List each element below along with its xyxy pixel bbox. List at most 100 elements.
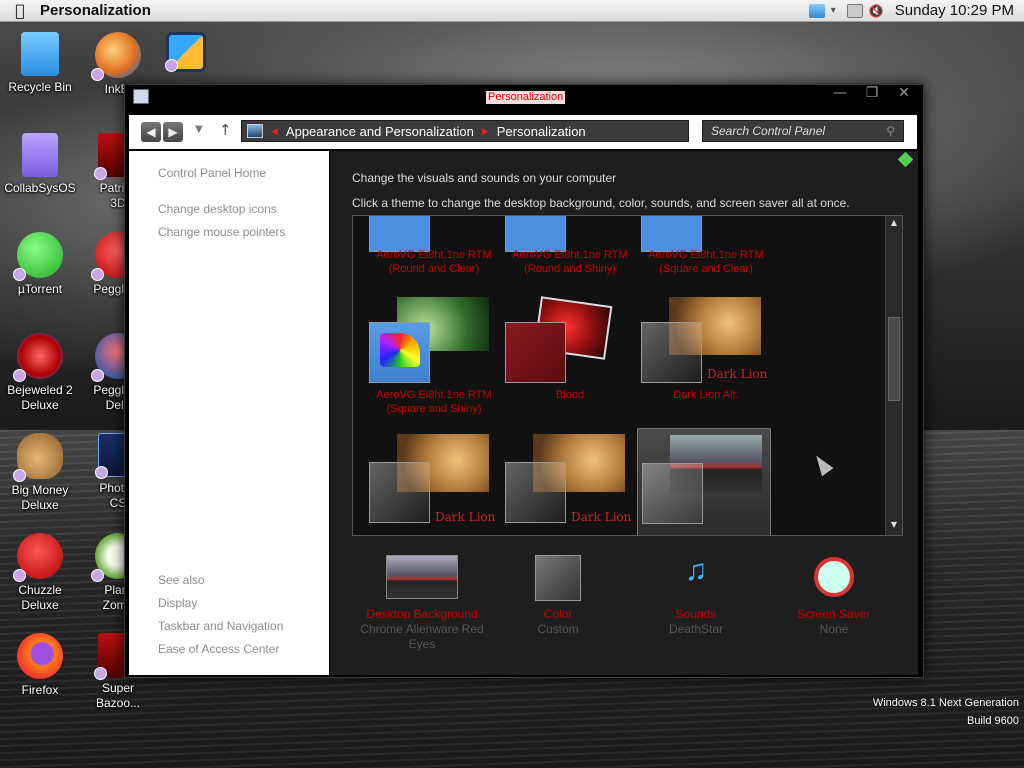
utorrent-icon xyxy=(13,232,63,281)
theme-dark-lion-alt[interactable]: Dark Lion Dark Lion Alt. xyxy=(639,294,773,412)
breadcrumb-separator-icon[interactable]: ▶ xyxy=(482,126,489,137)
app-title[interactable]: Personalization xyxy=(40,2,151,19)
desktop-icon-label: Super Bazoo... xyxy=(95,681,141,710)
recent-pages-chevron-icon[interactable]: ▼ xyxy=(195,124,203,135)
desktop-icon-label: µTorrent xyxy=(17,282,63,296)
desktop-icon-big-money[interactable]: Big Money Deluxe xyxy=(0,433,80,513)
theme-aerovg-round-clear[interactable]: AeroVG Ei8ht.1ne RTM (Round and Clear) xyxy=(367,216,501,275)
breadcrumb[interactable]: ◀ Appearance and Personalization ▶ Perso… xyxy=(241,120,689,142)
display-link[interactable]: Display xyxy=(158,596,197,610)
control-panel-icon xyxy=(247,124,263,138)
scroll-down-icon[interactable]: ▼ xyxy=(888,520,900,532)
scroll-up-icon[interactable]: ▲ xyxy=(888,218,900,230)
theme-blood[interactable]: Blood xyxy=(503,294,637,412)
desktop-icon-firefox[interactable]: Firefox xyxy=(0,633,80,698)
screen-saver-title: Screen Saver xyxy=(797,607,871,621)
color-title: Color xyxy=(543,607,573,621)
apple-icon[interactable]:  xyxy=(0,1,40,20)
money-bag-icon xyxy=(13,433,63,482)
menu-bar:  Personalization ▾ 🔇 Sunday 10:29 PM xyxy=(0,0,1024,22)
recycle-bin-icon xyxy=(21,32,59,76)
desktop-icon-chuzzle[interactable]: Chuzzle Deluxe xyxy=(0,533,80,613)
theme-dark-lion[interactable]: Dark Lion xyxy=(367,434,501,535)
control-panel-home-link[interactable]: Control Panel Home xyxy=(158,166,266,180)
breadcrumb-appearance[interactable]: Appearance and Personalization xyxy=(286,124,474,139)
theme-label: AeroVG Ei8ht.1ne RTM (Square and Shiny) xyxy=(376,389,492,415)
theme-color-swatch xyxy=(505,462,566,523)
page-subheading: Click a theme to change the desktop back… xyxy=(352,196,850,210)
control-panel-icon xyxy=(133,89,149,104)
desktop-icon-label: Recycle Bin xyxy=(8,80,72,94)
desktop-background-value: Chrome Alienware Red Eyes xyxy=(360,622,484,651)
personalization-window: Personalization — ❐ ✕ ◀ ▶ ▼ ↑ ◀ Appearan… xyxy=(124,84,924,678)
desktop-background-setting[interactable]: Desktop Background Chrome Alienware Red … xyxy=(352,551,492,652)
breadcrumb-personalization[interactable]: Personalization xyxy=(497,124,586,139)
theme-color-swatch xyxy=(641,322,702,383)
scrollbar-thumb[interactable] xyxy=(888,317,900,401)
back-button[interactable]: ◀ xyxy=(141,122,161,142)
desktop-icon-label: Firefox xyxy=(21,683,59,697)
theme-color-swatch xyxy=(642,463,703,524)
sounds-setting[interactable]: ♫ Sounds DeathStar xyxy=(626,551,766,637)
color-icon xyxy=(535,555,581,601)
collab-icon xyxy=(22,133,58,177)
color-palette-icon xyxy=(380,333,420,367)
theme-overlay-text: Dark Lion xyxy=(435,510,496,524)
theme-deathstar-selected[interactable] xyxy=(637,428,771,535)
theme-dark-lion-2[interactable]: Dark Lion xyxy=(503,434,637,535)
volume-muted-icon[interactable]: 🔇 xyxy=(869,4,885,18)
search-icon[interactable]: ⚲ xyxy=(886,124,895,138)
search-box[interactable]: ⚲ xyxy=(702,120,904,142)
change-desktop-icons-link[interactable]: Change desktop icons xyxy=(158,202,277,216)
theme-aerovg-square-shiny[interactable]: AeroVG Ei8ht.1ne RTM (Square and Shiny) xyxy=(367,294,501,415)
theme-overlay-text: Dark Lion xyxy=(571,510,632,524)
build-line-2: Build 9600 xyxy=(967,715,1019,727)
theme-gallery-scrollbar[interactable]: ▲ ▼ xyxy=(885,216,902,535)
forward-button[interactable]: ▶ xyxy=(163,122,183,142)
desktop-icon-collabsysos[interactable]: CollabSysOS xyxy=(0,133,80,196)
theme-color-swatch xyxy=(505,216,566,252)
close-button[interactable]: ✕ xyxy=(895,85,913,101)
help-icon[interactable] xyxy=(897,151,914,168)
minimize-button[interactable]: — xyxy=(831,85,849,101)
see-also-label: See also xyxy=(158,573,205,587)
desktop-icon-label: Big Money Deluxe xyxy=(11,483,69,512)
desktop-icon-vmware[interactable] xyxy=(156,32,216,76)
chuzzle-icon xyxy=(13,533,63,582)
desktop-icon-label: CollabSysOS xyxy=(4,181,76,195)
theme-aerovg-square-clear[interactable]: AeroVG Ei8ht.1ne RTM (Square and Clear) xyxy=(639,216,773,275)
desktop-icon-bejeweled[interactable]: Bejeweled 2 Deluxe xyxy=(0,333,80,413)
desktop-background-icon xyxy=(386,555,458,599)
up-arrow-icon[interactable]: ↑ xyxy=(219,121,232,139)
bejeweled-icon xyxy=(13,333,63,382)
breadcrumb-separator-icon[interactable]: ◀ xyxy=(271,126,278,137)
search-input[interactable] xyxy=(711,124,871,138)
display-icon[interactable] xyxy=(846,3,863,18)
screen-saver-icon xyxy=(814,557,854,597)
sounds-value: DeathStar xyxy=(668,622,724,636)
inkscape-icon xyxy=(91,32,141,81)
theme-overlay-text: Dark Lion xyxy=(707,367,768,381)
maximize-button[interactable]: ❐ xyxy=(863,85,881,101)
color-setting[interactable]: Color Custom xyxy=(488,551,628,637)
theme-color-swatch xyxy=(369,462,430,523)
screen-saver-setting[interactable]: Screen Saver None xyxy=(764,551,904,637)
theme-color-swatch xyxy=(505,322,566,383)
taskbar-navigation-link[interactable]: Taskbar and Navigation xyxy=(158,619,283,633)
theme-color-swatch xyxy=(641,216,702,252)
sounds-title: Sounds xyxy=(675,607,717,621)
theme-label: Blood xyxy=(555,389,585,401)
change-mouse-pointers-link[interactable]: Change mouse pointers xyxy=(158,225,285,239)
theme-aerovg-round-shiny[interactable]: AeroVG Ei8ht.1ne RTM (Round and Shiny) xyxy=(503,216,637,275)
network-icon[interactable] xyxy=(808,3,825,18)
theme-label: AeroVG Ei8ht.1ne RTM (Round and Shiny) xyxy=(512,249,628,275)
desktop-icon-utorrent[interactable]: µTorrent xyxy=(0,232,80,297)
window-titlebar[interactable]: Personalization — ❐ ✕ xyxy=(125,85,923,111)
ease-of-access-link[interactable]: Ease of Access Center xyxy=(158,642,279,656)
desktop-icon-recycle-bin[interactable]: Recycle Bin xyxy=(0,32,80,95)
chevron-down-icon[interactable]: ▾ xyxy=(831,4,841,18)
clock[interactable]: Sunday 10:29 PM xyxy=(895,2,1014,19)
desktop-icon-label: Chuzzle Deluxe xyxy=(18,583,62,612)
vmware-icon xyxy=(165,32,206,72)
theme-label: Dark Lion Alt. xyxy=(673,389,739,401)
